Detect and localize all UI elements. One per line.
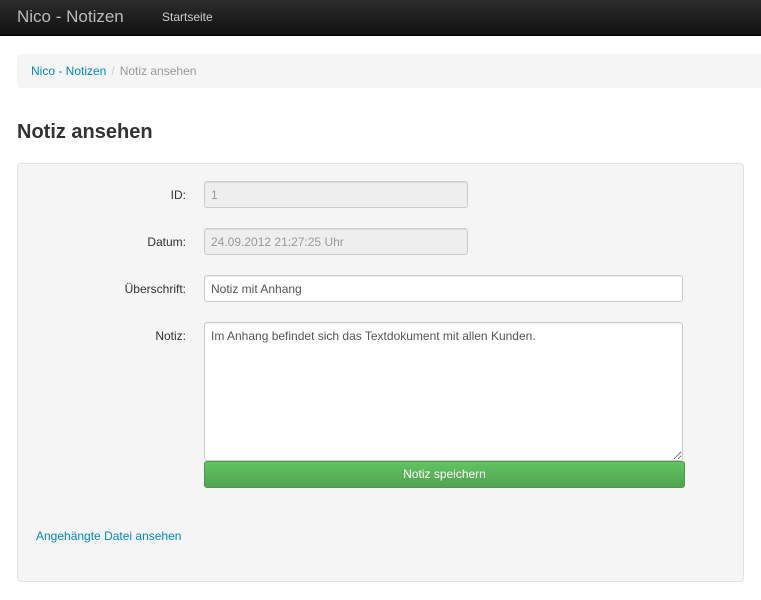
top-navbar: Nico - Notizen Startseite [0, 0, 761, 36]
page-title: Notiz ansehen [17, 121, 153, 143]
brand-link[interactable]: Nico - Notizen [17, 7, 124, 27]
breadcrumb-current: Notiz ansehen [119, 64, 197, 78]
nav-link-startseite[interactable]: Startseite [162, 10, 213, 24]
note-form-panel: ID: Datum: Überschrift: Notiz: Im Anhang… [17, 163, 744, 582]
id-label: ID: [170, 188, 186, 202]
title-label: Überschrift: [124, 282, 186, 296]
note-textarea[interactable]: Im Anhang befindet sich das Textdokument… [204, 322, 683, 461]
date-label: Datum: [147, 235, 186, 249]
id-field[interactable] [204, 181, 468, 208]
breadcrumb-separator: / [111, 64, 115, 78]
title-field[interactable] [204, 275, 683, 302]
breadcrumb: Nico - Notizen / Notiz ansehen [17, 54, 761, 88]
save-note-button[interactable]: Notiz speichern [204, 461, 685, 488]
date-field[interactable] [204, 228, 468, 255]
breadcrumb-home-link[interactable]: Nico - Notizen [31, 64, 106, 78]
view-attachment-link[interactable]: Angehängte Datei ansehen [36, 529, 181, 543]
note-label: Notiz: [155, 329, 186, 343]
